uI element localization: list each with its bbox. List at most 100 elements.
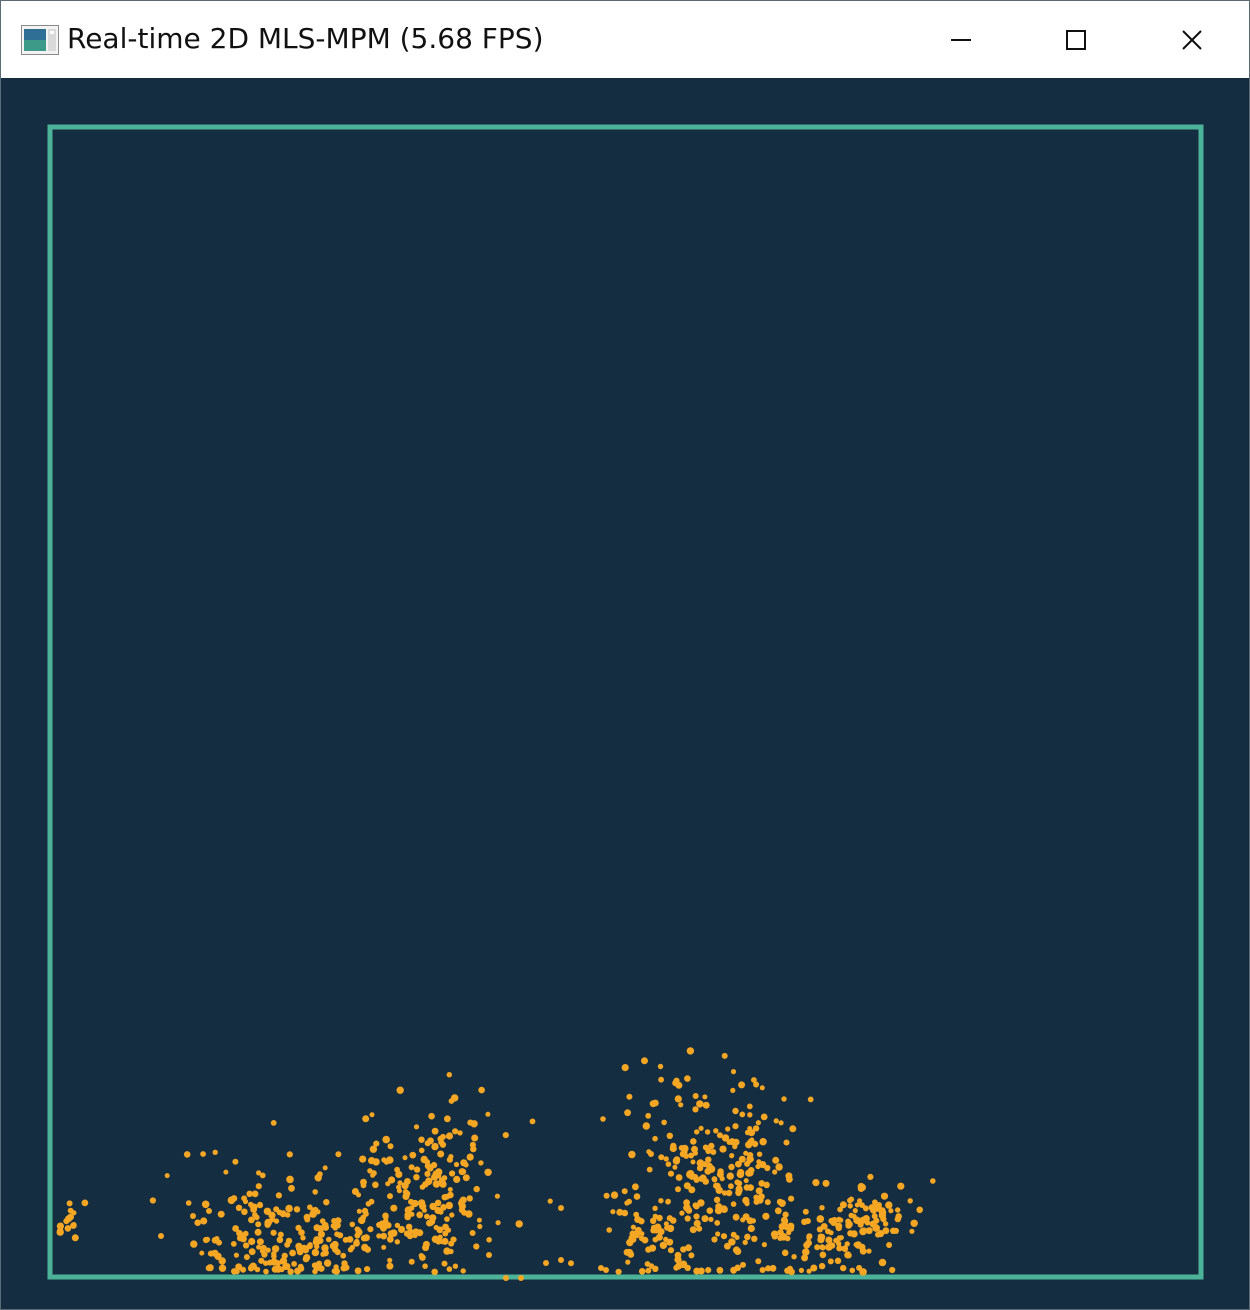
particle: [735, 1160, 742, 1168]
particle: [859, 1202, 865, 1208]
particle: [486, 1237, 492, 1243]
particle: [387, 1193, 393, 1200]
particle: [295, 1242, 303, 1250]
particle: [669, 1217, 677, 1224]
particle: [418, 1253, 424, 1259]
particle: [419, 1184, 426, 1190]
particle: [828, 1230, 834, 1236]
particle: [437, 1150, 445, 1158]
particle: [56, 1222, 64, 1230]
particle: [648, 1244, 657, 1252]
particle: [676, 1263, 682, 1270]
particle: [740, 1217, 746, 1223]
particle: [286, 1151, 293, 1158]
particle: [426, 1219, 433, 1227]
particle: [403, 1230, 411, 1237]
particle: [886, 1242, 893, 1248]
particle: [693, 1203, 700, 1210]
particle: [706, 1207, 714, 1214]
particle: [502, 1132, 509, 1139]
particle: [880, 1216, 887, 1223]
particle: [309, 1210, 317, 1218]
particle: [782, 1211, 789, 1218]
particle: [730, 1069, 737, 1075]
particle: [190, 1213, 196, 1219]
particle: [293, 1206, 301, 1213]
particle: [355, 1192, 362, 1198]
particle: [897, 1182, 905, 1190]
particle: [164, 1173, 170, 1179]
particle: [716, 1170, 724, 1178]
title-bar[interactable]: Real-time 2D MLS-MPM (5.68 FPS): [1, 1, 1249, 78]
particle: [470, 1120, 478, 1128]
particle: [428, 1112, 435, 1120]
particle: [302, 1255, 310, 1263]
particle: [241, 1208, 248, 1216]
close-button[interactable]: [1134, 1, 1250, 78]
particle: [698, 1125, 704, 1131]
particle: [240, 1266, 247, 1273]
particle: [610, 1191, 619, 1199]
minimize-button[interactable]: [903, 1, 1019, 78]
particle: [663, 1236, 669, 1242]
particle-layer: [56, 1047, 936, 1281]
particle: [633, 1193, 641, 1200]
particle: [774, 1207, 782, 1215]
particle: [755, 1120, 762, 1126]
particle: [855, 1217, 863, 1225]
particle: [683, 1182, 691, 1190]
particle: [260, 1244, 267, 1252]
particle: [743, 1178, 749, 1184]
particle: [802, 1208, 809, 1215]
particle: [845, 1222, 852, 1229]
particle: [771, 1233, 778, 1240]
particle: [732, 1107, 739, 1115]
particle: [648, 1151, 654, 1157]
particle: [839, 1201, 847, 1209]
particle: [667, 1247, 675, 1254]
particle: [408, 1258, 415, 1265]
particle: [250, 1206, 257, 1213]
particle: [322, 1224, 330, 1231]
particle: [288, 1184, 295, 1192]
particle: [675, 1081, 683, 1089]
particle: [728, 1183, 734, 1190]
particle: [762, 1212, 770, 1220]
particle: [243, 1254, 250, 1260]
minimize-icon: [951, 38, 971, 41]
particle: [702, 1144, 709, 1151]
particle: [827, 1258, 834, 1265]
particle: [689, 1226, 697, 1234]
particle: [885, 1201, 893, 1209]
particle: [484, 1168, 492, 1177]
particle: [816, 1215, 825, 1223]
particle: [396, 1184, 402, 1190]
particle: [907, 1198, 913, 1204]
particle: [759, 1267, 766, 1273]
particle: [805, 1239, 812, 1247]
particle: [356, 1208, 362, 1214]
particle: [432, 1180, 441, 1188]
particle: [376, 1221, 383, 1228]
simulation-canvas[interactable]: [1, 78, 1249, 1309]
particle: [263, 1268, 269, 1275]
particle: [730, 1201, 737, 1207]
particle: [446, 1266, 453, 1272]
maximize-button[interactable]: [1018, 1, 1134, 78]
particle: [81, 1199, 89, 1207]
particle: [684, 1075, 691, 1082]
particle: [819, 1251, 827, 1259]
particle: [724, 1242, 731, 1250]
particle: [726, 1172, 734, 1180]
particle: [859, 1227, 867, 1236]
particle: [730, 1087, 736, 1093]
particle: [413, 1174, 420, 1181]
particle: [791, 1254, 797, 1260]
particle: [720, 1233, 728, 1240]
particle: [746, 1103, 753, 1110]
particle: [284, 1212, 291, 1218]
particle: [473, 1185, 480, 1193]
particle: [858, 1183, 866, 1192]
particle: [421, 1207, 427, 1213]
particle: [275, 1192, 282, 1199]
